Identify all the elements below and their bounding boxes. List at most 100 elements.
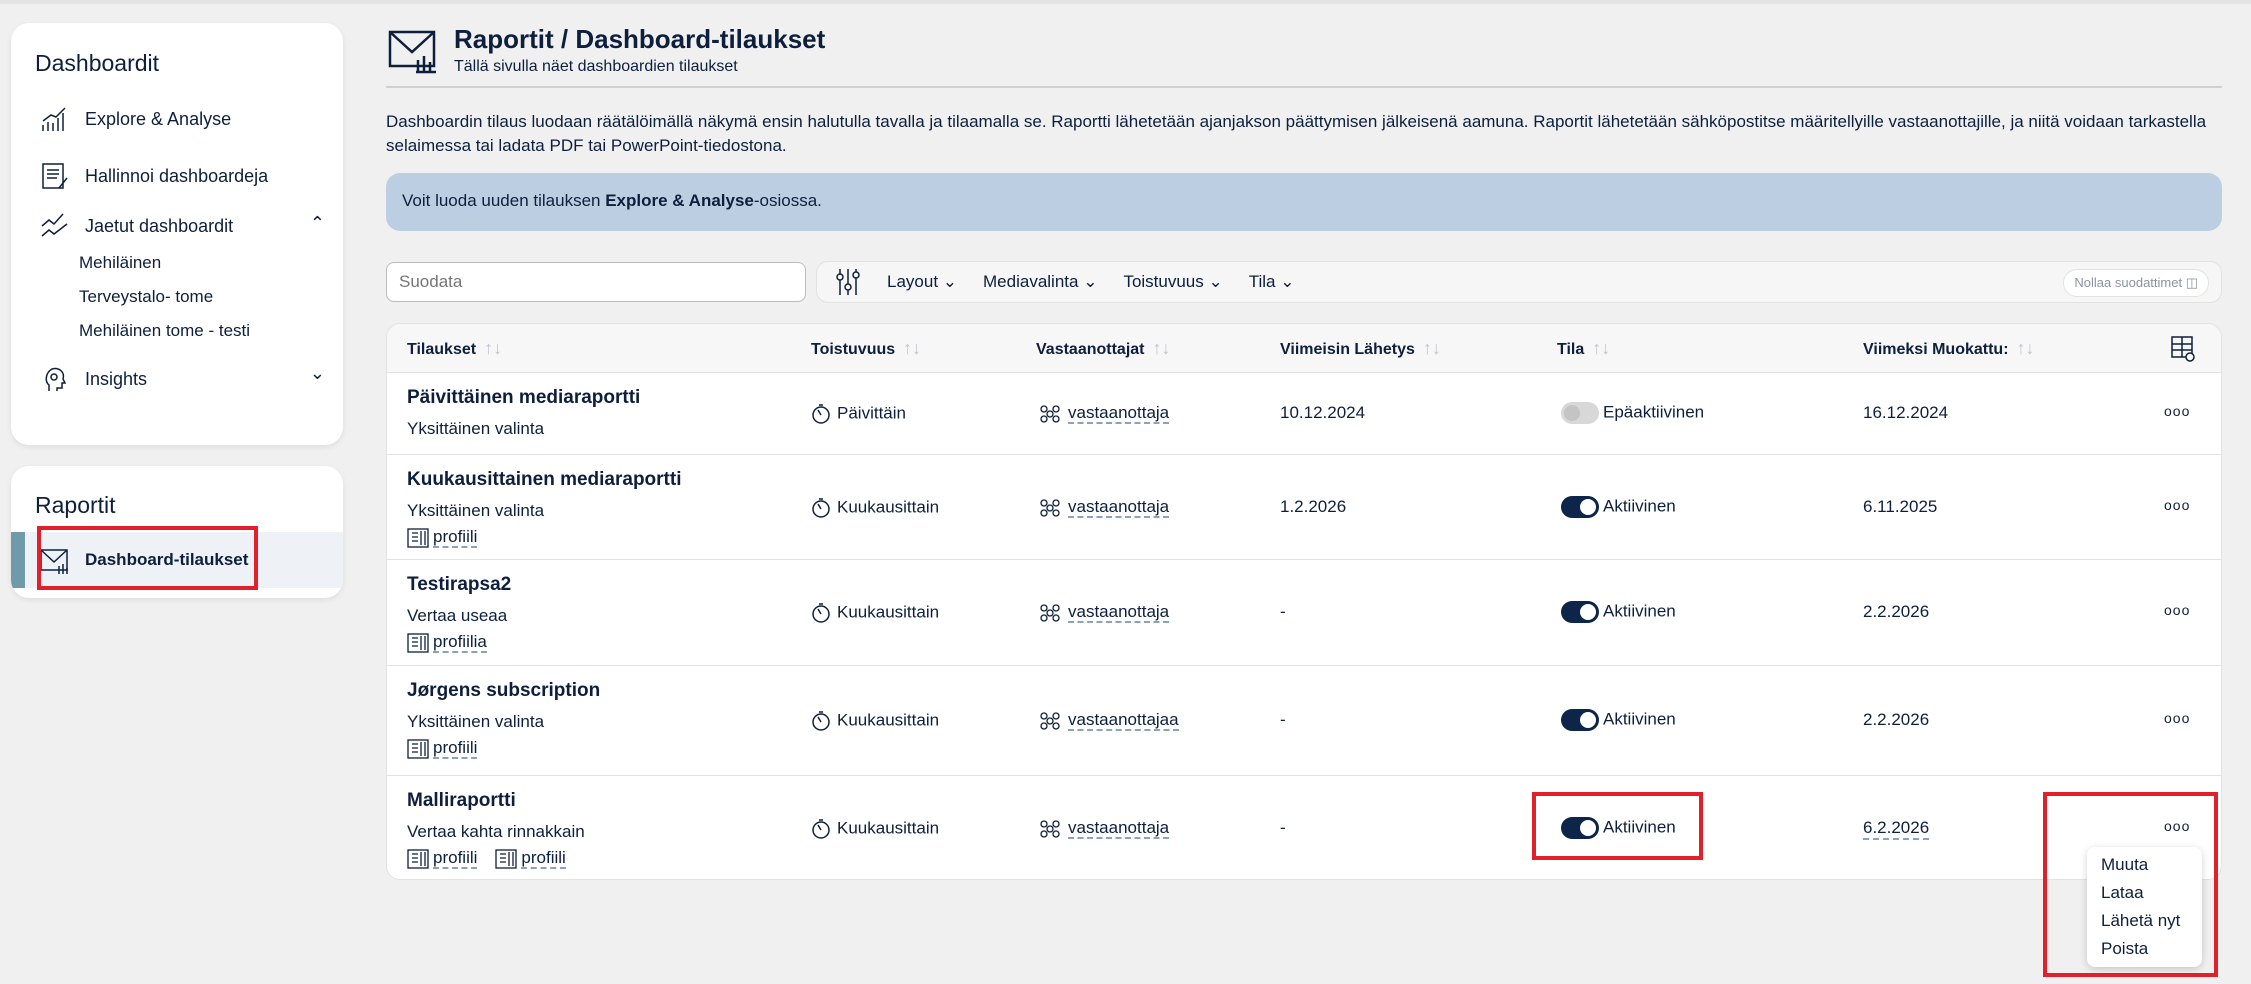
recipients-link[interactable]: vastaanottaja xyxy=(1036,818,1170,840)
recipients-link[interactable]: vastaanottaja xyxy=(1036,496,1170,519)
mail-chart-icon xyxy=(388,30,436,74)
sort-icon: ↑↓ xyxy=(1152,338,1171,358)
col-header-modified[interactable]: Viimeksi Muokattu: ↑↓ xyxy=(1863,338,2035,359)
subscription-title[interactable]: Testirapsa2 xyxy=(407,574,511,596)
toggle-switch[interactable] xyxy=(1561,495,1599,518)
status-toggle[interactable]: Aktiivinen xyxy=(1561,709,1676,731)
last-sent: - xyxy=(1280,710,1286,729)
subscription-title[interactable]: Päivittäinen mediaraportti xyxy=(407,387,640,409)
people-icon xyxy=(1040,405,1060,423)
profile-icon xyxy=(407,739,429,759)
page-title: Raportit / Dashboard-tilaukset xyxy=(454,24,826,54)
page-description: Dashboardin tilaus luodaan räätälöimällä… xyxy=(386,112,2207,155)
chevron-up-icon[interactable]: ⌃ xyxy=(310,213,325,234)
more-options-button[interactable]: ooo xyxy=(2164,497,2190,513)
toggle-switch[interactable] xyxy=(1561,709,1599,731)
stopwatch-icon xyxy=(812,603,830,623)
modified-date: 2.2.2026 xyxy=(1863,710,1930,729)
recipients-link[interactable]: vastaanottaja xyxy=(1036,602,1170,624)
highlight-box xyxy=(37,526,258,590)
table-row: Päivittäinen mediaraportti Yksittäinen va… xyxy=(387,372,2221,454)
people-icon xyxy=(1040,498,1060,517)
col-header-last-sent[interactable]: Viimeisin Lähetys ↑↓ xyxy=(1280,338,1441,359)
sort-icon: ↑↓ xyxy=(484,338,503,358)
filter-layout[interactable]: Layout ⌄ xyxy=(887,272,957,292)
sidebar-item-label: Jaetut dashboardit xyxy=(85,215,234,236)
sidebar-item-explore[interactable]: Explore & Analyse xyxy=(39,103,231,135)
profile-link[interactable]: profiili xyxy=(407,848,478,870)
divider xyxy=(386,86,2222,88)
chevron-down-icon[interactable]: ⌄ xyxy=(310,363,325,384)
info-banner: Voit luoda uuden tilauksen Explore & Ana… xyxy=(386,173,2222,231)
subscription-subtitle: Yksittäinen valinta xyxy=(407,501,545,520)
sidebar-item-insights[interactable]: Insights xyxy=(39,363,147,395)
sidebar-subitem[interactable]: Mehiläinen tome - testi xyxy=(79,321,250,341)
filter-frequency[interactable]: Toistuvuus ⌄ xyxy=(1123,272,1222,292)
reset-filters-button[interactable]: Nollaa suodattimet ◫ xyxy=(2063,269,2209,297)
col-header-recipients[interactable]: Vastaanottajat ↑↓ xyxy=(1036,338,1170,359)
sidebar-subitem[interactable]: Terveystalo- tome xyxy=(79,287,213,307)
col-header-frequency[interactable]: Toistuvuus ↑↓ xyxy=(811,338,921,359)
selected-indicator xyxy=(11,532,25,588)
dashboards-title: Dashboardit xyxy=(35,50,160,76)
profile-icon xyxy=(407,633,429,653)
frequency: Kuukausittain xyxy=(811,602,939,624)
last-sent: - xyxy=(1280,602,1286,621)
more-options-button[interactable]: ooo xyxy=(2164,602,2190,618)
sort-icon: ↑↓ xyxy=(1422,338,1441,358)
profile-icon xyxy=(407,849,429,869)
subscription-title[interactable]: Malliraportti xyxy=(407,790,585,812)
document-edit-icon xyxy=(42,163,68,189)
info-link-text: Explore & Analyse xyxy=(605,191,754,210)
more-options-button[interactable]: ooo xyxy=(2164,403,2190,419)
search-input[interactable] xyxy=(386,262,806,302)
sidebar-item-label: Hallinnoi dashboardeja xyxy=(85,165,269,186)
status-toggle[interactable]: Aktiivinen xyxy=(1561,495,1676,518)
status-toggle[interactable]: Epäaktiivinen xyxy=(1561,402,1704,424)
recipients-link[interactable]: vastaanottajaa xyxy=(1036,710,1179,732)
profile-link[interactable]: profiili xyxy=(407,527,478,549)
filter-status[interactable]: Tila ⌄ xyxy=(1249,272,1295,292)
chart-icon xyxy=(42,107,66,131)
trend-icon xyxy=(41,213,68,237)
table-row: Kuukausittainen mediaraportti Yksittäinen… xyxy=(387,454,2221,559)
people-icon xyxy=(1040,712,1060,730)
head-lightbulb-icon xyxy=(45,367,67,391)
sidebar-subitem[interactable]: Mehiläinen xyxy=(79,253,161,273)
highlight-box xyxy=(1532,792,1703,860)
highlight-box xyxy=(2043,792,2218,977)
toggle-switch[interactable] xyxy=(1561,402,1599,424)
modified-date: 6.11.2025 xyxy=(1863,496,1938,516)
subscription-subtitle: Yksittäinen valinta xyxy=(407,712,545,731)
people-icon xyxy=(1040,604,1060,622)
sliders-icon[interactable] xyxy=(835,267,861,297)
profile-link[interactable]: profiili xyxy=(495,848,566,870)
profile-link[interactable]: profiilia xyxy=(407,632,487,654)
stopwatch-icon xyxy=(812,404,830,424)
more-options-button[interactable]: ooo xyxy=(2164,710,2190,726)
modified-date: 16.12.2024 xyxy=(1863,403,1949,422)
modified-date: 6.2.2026 xyxy=(1863,818,1930,840)
frequency: Kuukausittain xyxy=(811,818,939,840)
toggle-switch[interactable] xyxy=(1561,601,1599,623)
frequency: Kuukausittain xyxy=(811,497,939,519)
subscription-title[interactable]: Jørgens subscription xyxy=(407,680,600,702)
people-icon xyxy=(1040,820,1060,838)
recipients-link[interactable]: vastaanottaja xyxy=(1036,403,1170,425)
dashboards-card: Dashboardit Explore & Analyse Hallinnoi … xyxy=(11,23,343,445)
sidebar-item-shared[interactable]: Jaetut dashboardit xyxy=(39,210,233,242)
sort-icon: ↑↓ xyxy=(2016,338,2035,358)
last-sent: 10.12.2024 xyxy=(1280,403,1366,422)
profile-icon xyxy=(407,528,429,548)
col-header-subscriptions[interactable]: Tilaukset ↑↓ xyxy=(407,338,502,359)
sort-icon: ↑↓ xyxy=(1592,338,1611,358)
status-toggle[interactable]: Aktiivinen xyxy=(1561,601,1676,623)
profile-link[interactable]: profiili xyxy=(407,738,478,760)
col-header-status[interactable]: Tila ↑↓ xyxy=(1557,338,1610,359)
subscription-title[interactable]: Kuukausittainen mediaraportti xyxy=(407,469,682,491)
profile-icon xyxy=(495,849,518,869)
sidebar-item-label: Insights xyxy=(85,368,148,389)
filter-media[interactable]: Mediavalinta ⌄ xyxy=(983,272,1097,292)
table-settings-icon[interactable] xyxy=(2171,336,2195,362)
sidebar-item-manage[interactable]: Hallinnoi dashboardeja xyxy=(39,160,268,192)
